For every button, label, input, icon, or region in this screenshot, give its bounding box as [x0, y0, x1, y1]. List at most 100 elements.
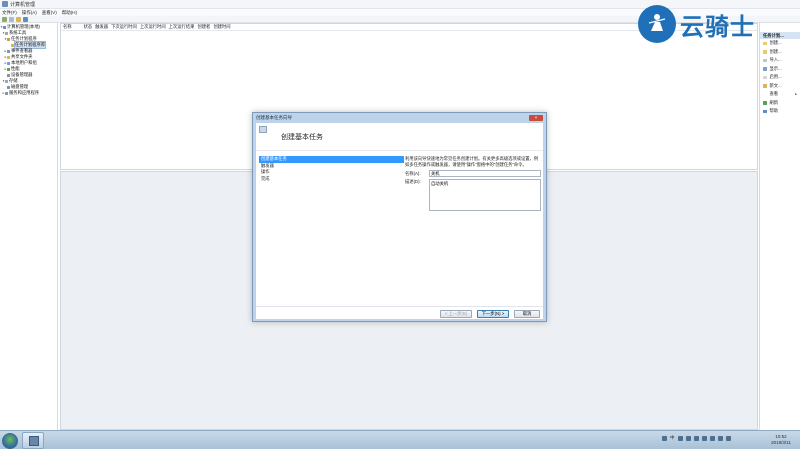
network-icon[interactable] [717, 435, 723, 441]
taskbar-app-computer-management[interactable] [22, 432, 44, 449]
flag-icon[interactable] [709, 435, 715, 441]
display-icon [763, 67, 767, 71]
clock-time: 10:52 [775, 434, 787, 439]
menu-file[interactable]: 文件(F) [2, 10, 17, 16]
wizard-steps: 创建基本任务 触发器 操作 完成 [259, 156, 404, 182]
clock[interactable]: 10:52 2019/3/11 [765, 433, 797, 446]
column-header-last-run[interactable]: 上次运行时间 [140, 24, 166, 30]
actions-header[interactable]: 任务计划... [760, 32, 800, 39]
moon-icon[interactable] [677, 435, 683, 441]
folder-icon [11, 43, 14, 47]
import-icon [763, 58, 767, 62]
wizard-form: 利用该向导快速地为常见任务创建计划。有关更多高级选项或设置，例如多任务操作或触发… [405, 156, 543, 211]
close-button[interactable]: × [529, 115, 543, 121]
computer-management-icon [29, 436, 39, 446]
action-label: 导入... [769, 57, 782, 63]
submenu-arrow-icon: ▸ [795, 92, 797, 97]
action-label: 刷新 [769, 99, 779, 105]
action-new-folder[interactable]: 新文... [760, 82, 800, 91]
window-title: 计算机管理 [10, 1, 36, 8]
back-icon[interactable] [2, 16, 7, 22]
system-tray: 中 [662, 435, 734, 441]
action-view[interactable]: 查看 ▸ [760, 90, 800, 99]
column-header-last-result[interactable]: 上次运行结果 [169, 24, 195, 30]
chevron-up-icon[interactable] [701, 435, 707, 441]
column-header-next-run[interactable]: 下次运行时间 [111, 24, 137, 30]
action-display[interactable]: 显示... [760, 65, 800, 74]
knight-icon [648, 14, 666, 31]
next-button[interactable]: 下一步(N) > [477, 310, 509, 318]
action-import[interactable]: 导入... [760, 56, 800, 65]
shared-folder-icon [7, 55, 10, 59]
folder-icon [763, 84, 767, 88]
tree-item-services-applications[interactable]: ▸ 服务和应用程序 [0, 90, 57, 96]
watermark-logo: 云骑士 [638, 4, 755, 44]
tools-icon [5, 31, 8, 35]
action-label: 创建... [769, 40, 782, 46]
input-method-icon[interactable] [662, 435, 667, 441]
event-viewer-icon [7, 49, 10, 53]
forward-icon[interactable] [9, 16, 14, 22]
refresh-icon [763, 101, 767, 105]
column-header-author[interactable]: 创建者 [197, 24, 210, 30]
action-help[interactable]: 帮助 [760, 107, 800, 116]
language-indicator[interactable]: 中 [670, 435, 675, 441]
menu-view[interactable]: 查看(V) [42, 10, 57, 16]
cancel-button[interactable]: 取消 [514, 310, 540, 318]
volume-icon[interactable] [725, 435, 731, 441]
menu-help[interactable]: 帮助(H) [62, 10, 77, 16]
action-label: 查看 [769, 91, 779, 97]
enable-icon [763, 75, 767, 79]
name-field-row: 名称(A): [405, 170, 543, 177]
action-label: 启用... [769, 74, 782, 80]
name-input[interactable] [429, 170, 541, 177]
wizard-button-bar: < 上一步(B) 下一步(N) > 取消 [256, 306, 543, 319]
actions-pane: 任务计划... 创建... 创建... 导入... 显示... 启用... 新文… [759, 23, 800, 430]
action-label: 帮助 [769, 108, 779, 114]
action-refresh[interactable]: 刷新 [760, 99, 800, 108]
wizard-description: 利用该向导快速地为常见任务创建计划。有关更多高级选项或设置，例如多任务操作或触发… [405, 156, 539, 167]
wizard-heading: 创建基本任务 [281, 133, 323, 141]
taskbar: 中 10:52 2019/3/11 [0, 430, 800, 449]
help-icon[interactable] [23, 16, 28, 22]
watermark-text: 云骑士 [680, 12, 755, 41]
action-label: 创建... [769, 48, 782, 54]
start-button[interactable] [2, 433, 18, 449]
column-header-triggers[interactable]: 触发器 [95, 24, 108, 30]
disk-icon [7, 85, 10, 89]
performance-icon [7, 67, 10, 71]
action-enable[interactable]: 启用... [760, 73, 800, 82]
column-header-status[interactable]: 状态 [84, 24, 93, 30]
description-label: 描述(D): [405, 179, 421, 184]
action-label: 新文... [769, 82, 782, 88]
tree-item-label: 服务和应用程序 [9, 90, 40, 95]
step-finish[interactable]: 完成 [259, 176, 404, 183]
wizard-title-bar[interactable]: 创建基本任务向导 [253, 113, 546, 123]
name-label: 名称(A): [405, 170, 421, 176]
clock-date: 2019/3/11 [771, 440, 791, 445]
device-manager-icon [7, 73, 10, 77]
knight-logo-icon [638, 5, 676, 43]
keyboard-icon[interactable] [685, 435, 691, 441]
wizard-header: 创建基本任务 [256, 123, 543, 151]
menu-action[interactable]: 操作(A) [22, 10, 37, 16]
view-icon [763, 93, 767, 97]
folder-icon[interactable] [16, 16, 21, 22]
column-header-created[interactable]: 创建时间 [213, 24, 230, 30]
task-icon [763, 41, 767, 45]
action-create-task[interactable]: 创建... [760, 48, 800, 57]
gear-icon[interactable] [693, 435, 699, 441]
wizard-body: 创建基本任务 创建基本任务 触发器 操作 完成 利用该向导快速地为常见任务创建计… [256, 123, 543, 319]
action-label: 显示... [769, 65, 782, 71]
users-icon [7, 61, 10, 65]
action-create-basic-task[interactable]: 创建... [760, 39, 800, 48]
services-icon [5, 91, 8, 95]
storage-icon [5, 79, 8, 83]
computer-management-icon [2, 1, 8, 7]
task-wizard-icon [259, 126, 267, 133]
previous-button[interactable]: < 上一步(B) [440, 310, 472, 318]
description-input[interactable]: 自动关机 [429, 179, 541, 211]
help-icon [763, 109, 767, 113]
column-header-name[interactable]: 名称 [63, 24, 72, 30]
create-basic-task-wizard: 创建基本任务向导 × 创建基本任务 创建基本任务 触发器 操作 完成 利用该向导… [252, 112, 547, 322]
